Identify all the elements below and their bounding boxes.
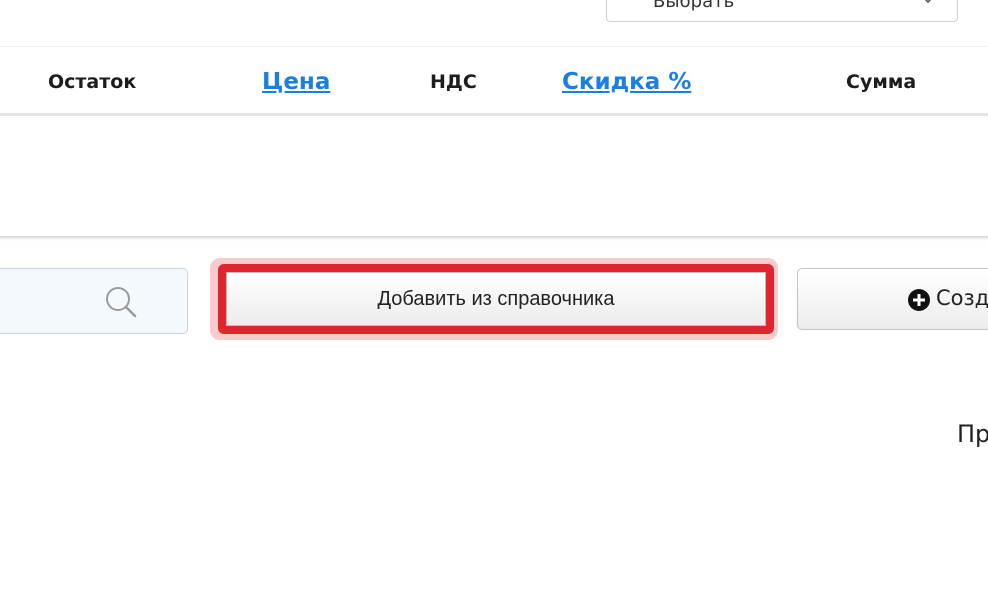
plus-circle-icon	[908, 289, 930, 311]
table-header: Остаток Цена НДС Скидка % Сумма	[0, 47, 988, 113]
search-icon[interactable]	[103, 284, 139, 320]
column-header-vat: НДС	[430, 71, 477, 93]
top-select-value: Выбрать	[653, 0, 735, 12]
column-header-discount[interactable]: Скидка %	[562, 69, 691, 95]
column-header-price[interactable]: Цена	[262, 69, 330, 95]
add-from-directory-button[interactable]: Добавить из справочника	[218, 264, 774, 334]
footer-text: Пр	[957, 420, 988, 448]
column-header-sum: Сумма	[846, 71, 917, 93]
column-header-stock: Остаток	[48, 71, 137, 93]
create-button-label: Созд	[936, 286, 988, 310]
top-select[interactable]: Выбрать	[606, 0, 958, 22]
create-button[interactable]: Созд	[797, 268, 988, 330]
chevron-down-icon	[924, 0, 932, 4]
add-from-directory-label: Добавить из справочника	[226, 272, 766, 326]
page: Выбрать Остаток Цена НДС Скидка % Сумма …	[0, 0, 988, 600]
table-body	[0, 116, 988, 236]
search-input[interactable]	[0, 268, 188, 334]
